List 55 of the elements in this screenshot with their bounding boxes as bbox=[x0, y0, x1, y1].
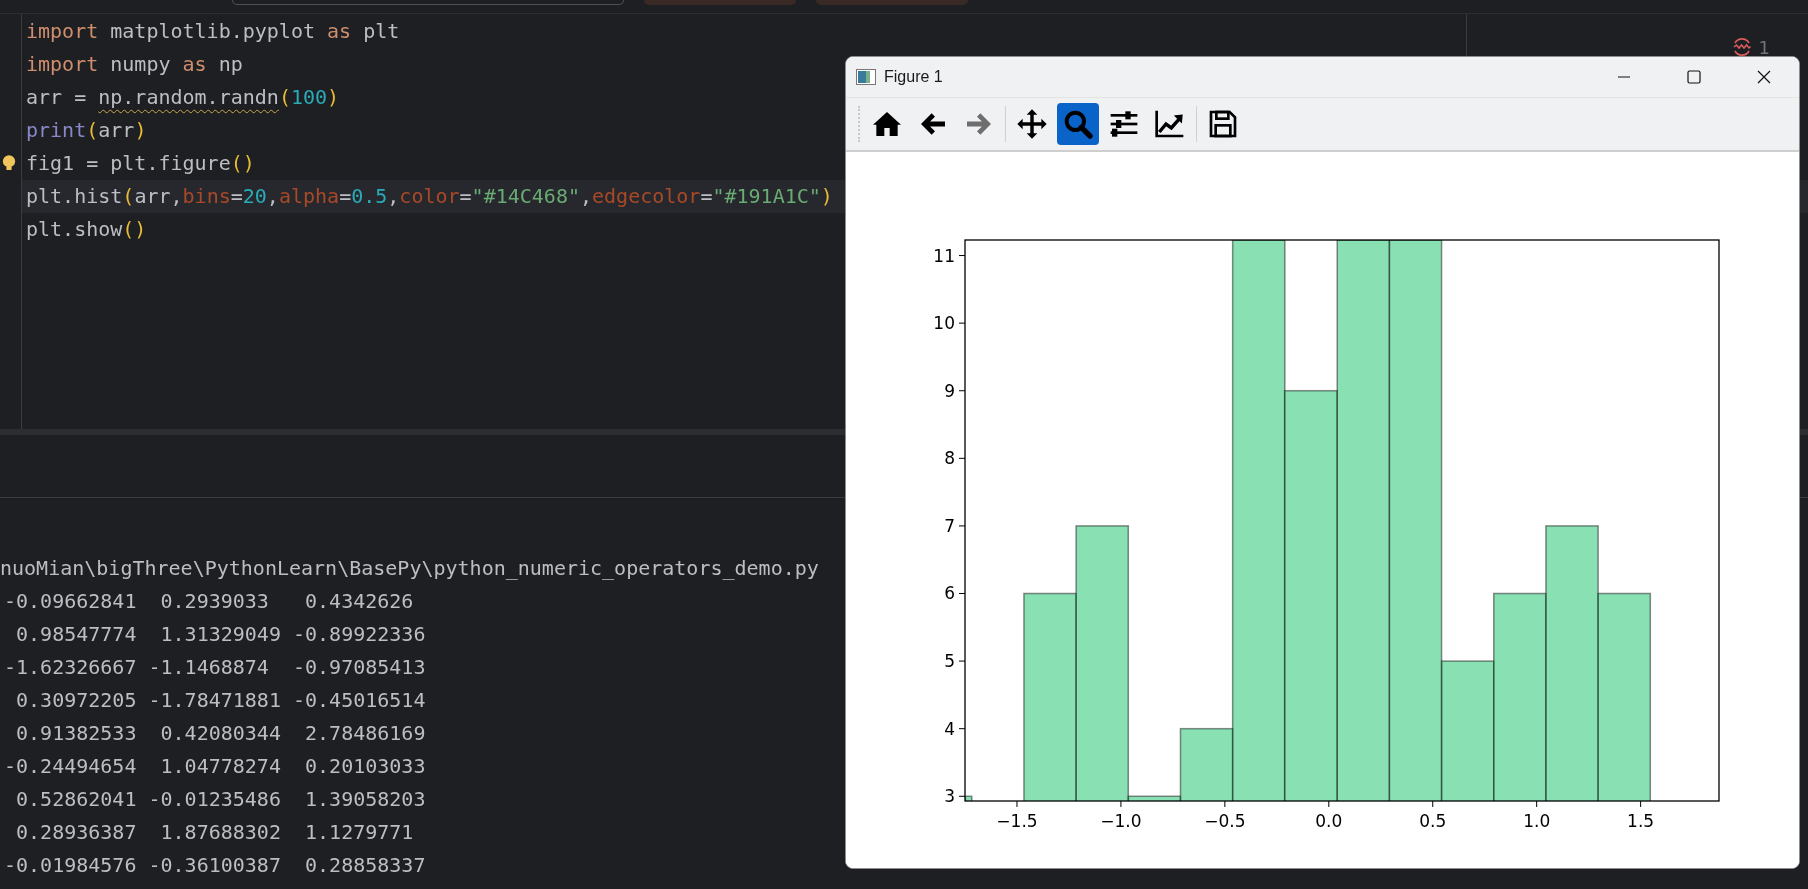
console-line: nuoMian\bigThree\PythonLearn\BasePy\python_numeric_operators_demo.py bbox=[0, 555, 819, 582]
x-tick: 0.5 bbox=[1419, 800, 1447, 831]
y-tick-label: 4 bbox=[944, 718, 955, 739]
y-tick: 7 bbox=[944, 515, 966, 536]
x-tick: 1.0 bbox=[1523, 800, 1551, 831]
console-line: 0.52862041 -0.01235486 1.39058203 bbox=[15, 786, 426, 813]
y-tick: 9 bbox=[944, 380, 966, 401]
x-tick: 1.5 bbox=[1627, 800, 1655, 831]
y-tick-label: 3 bbox=[944, 786, 955, 807]
maximize-icon[interactable] bbox=[1687, 70, 1701, 84]
x-tick-label: −1.5 bbox=[996, 811, 1038, 831]
console-line: -0.09662841 0.2939033 0.4342626 bbox=[3, 588, 414, 615]
code-line: arr = np.random.randn(100) bbox=[25, 84, 340, 111]
code-line: import matplotlib.pyplot as plt bbox=[25, 18, 400, 45]
console-line: -0.01984576 -0.36100387 0.28858337 bbox=[3, 852, 426, 879]
x-tick-label: 0.5 bbox=[1419, 811, 1447, 831]
lightbulb-icon[interactable] bbox=[2, 155, 16, 171]
y-tick-label: 7 bbox=[944, 515, 955, 536]
console-line: 0.28936387 1.87688302 1.1279771 bbox=[15, 819, 414, 846]
y-tick-label: 8 bbox=[944, 448, 955, 469]
y-tick: 6 bbox=[944, 583, 966, 604]
console-line: -1.62326667 -1.1468874 -0.97085413 bbox=[3, 654, 426, 681]
y-tick-label: 11 bbox=[933, 245, 955, 266]
console-line: 0.30972205 -1.78471881 -0.45016514 bbox=[15, 687, 426, 714]
y-tick: 3 bbox=[944, 786, 966, 807]
console-line: -0.24494654 1.04778274 0.20103033 bbox=[3, 753, 426, 780]
x-tick: −1.5 bbox=[996, 800, 1038, 831]
problems-count: 1 bbox=[1758, 36, 1770, 58]
y-tick: 4 bbox=[944, 718, 966, 739]
x-tick-label: 1.0 bbox=[1523, 811, 1551, 831]
x-tick-label: 0.0 bbox=[1315, 811, 1343, 831]
code-line: plt.hist(arr,bins=20,alpha=0.5,color="#14C468",edgecolor="#191A1C") bbox=[25, 183, 833, 210]
y-tick-label: 9 bbox=[944, 380, 955, 401]
x-tick-label: 1.5 bbox=[1627, 811, 1655, 831]
y-tick-label: 6 bbox=[944, 583, 955, 604]
window-title: Figure 1 bbox=[884, 68, 944, 86]
console-line: 0.98547774 1.31329049 -0.89922336 bbox=[15, 621, 426, 648]
y-tick: 11 bbox=[933, 245, 966, 266]
x-tick: 0.0 bbox=[1315, 800, 1343, 831]
app-icon bbox=[856, 69, 876, 85]
y-tick-label: 5 bbox=[944, 651, 955, 672]
y-tick: 8 bbox=[944, 448, 966, 469]
y-tick: 10 bbox=[933, 313, 966, 334]
console-line: 0.91382533 0.42080344 2.78486169 bbox=[15, 720, 426, 747]
code-line: print(arr) bbox=[25, 117, 147, 144]
x-tick-label: −1.0 bbox=[1100, 811, 1142, 831]
close-icon[interactable] bbox=[1757, 70, 1771, 84]
y-tick-label: 10 bbox=[933, 313, 955, 334]
x-tick: −0.5 bbox=[1204, 800, 1246, 831]
x-tick: −1.0 bbox=[1100, 800, 1142, 831]
code-line: plt.show() bbox=[25, 216, 147, 243]
y-tick: 5 bbox=[944, 651, 966, 672]
code-line: import numpy as np bbox=[25, 51, 243, 78]
x-tick-label: −0.5 bbox=[1204, 811, 1246, 831]
code-line: fig1 = plt.figure() bbox=[22, 147, 255, 180]
